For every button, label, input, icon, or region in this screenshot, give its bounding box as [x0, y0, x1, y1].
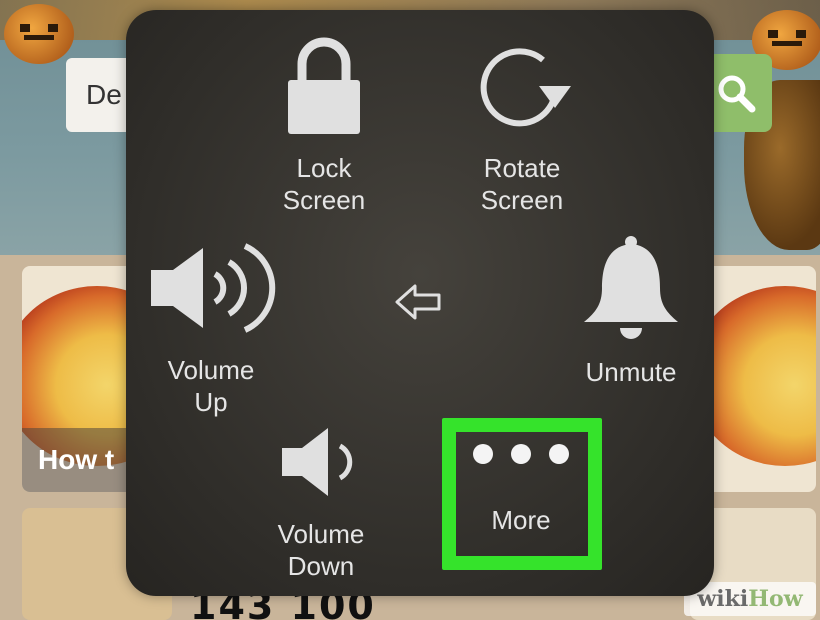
back-button[interactable]	[390, 282, 446, 322]
unmute-label: Unmute	[585, 357, 677, 387]
pumpkin-decoration-left	[4, 4, 74, 64]
more-highlight-box	[442, 418, 602, 570]
volume-down-label: Volume Down	[277, 519, 365, 581]
volume-up-label: Volume Up	[167, 355, 255, 417]
lock-screen-label: Lock Screen	[282, 153, 366, 215]
volume-down-icon	[282, 428, 353, 496]
rotate-screen-label: Rotate Screen	[480, 153, 564, 215]
unmute-button[interactable]: Unmute	[556, 232, 706, 388]
lock-screen-button[interactable]: Lock Screen	[266, 36, 382, 216]
bell-icon	[584, 236, 678, 339]
search-icon	[718, 75, 756, 113]
assistive-touch-menu: Lock Screen Rotate Screen Volume Up Unmu…	[126, 10, 714, 596]
volume-down-button[interactable]: Volume Down	[266, 424, 376, 582]
back-arrow-icon	[395, 284, 441, 320]
lock-icon	[288, 37, 360, 134]
rotate-screen-button[interactable]: Rotate Screen	[456, 36, 588, 216]
volume-up-icon	[151, 243, 276, 333]
volume-up-button[interactable]: Volume Up	[136, 232, 286, 418]
rotate-icon	[480, 48, 571, 127]
